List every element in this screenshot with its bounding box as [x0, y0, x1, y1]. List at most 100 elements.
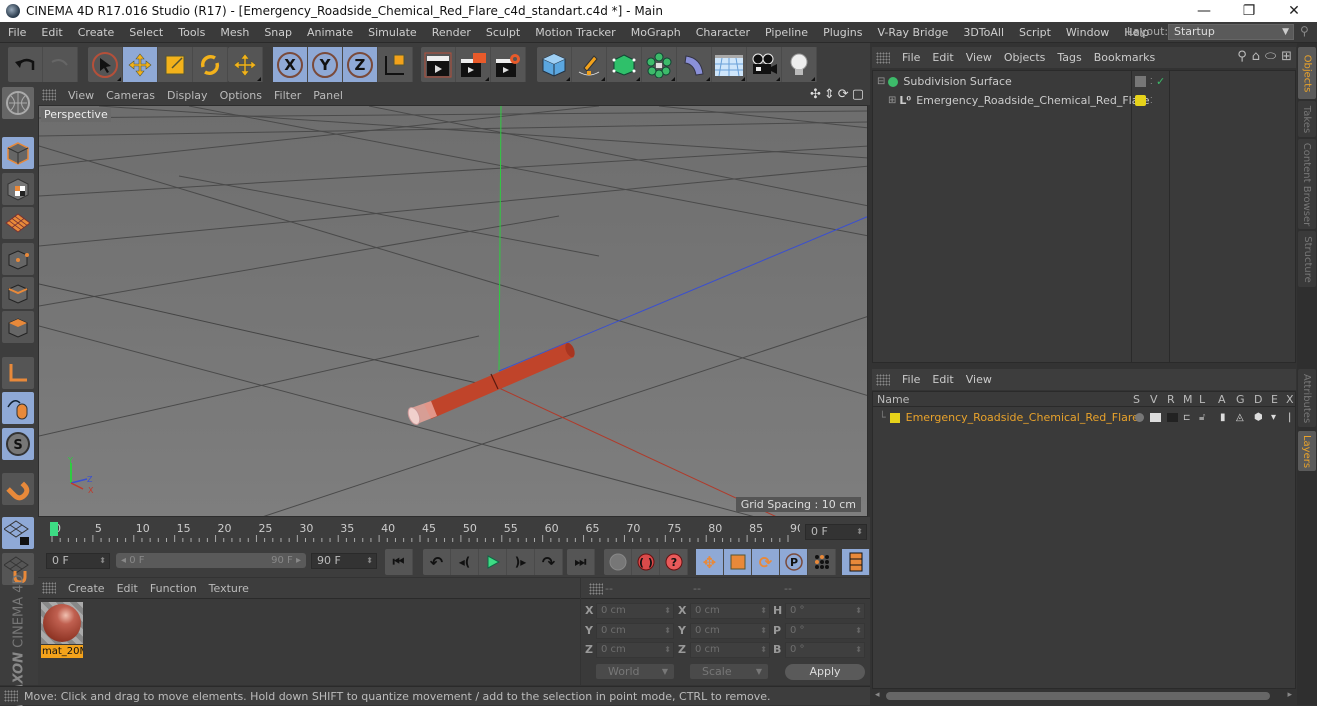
material-menu-edit[interactable]: Edit	[111, 582, 144, 595]
column-solo[interactable]: S	[1133, 393, 1140, 406]
previous-frame-button[interactable]: ◂(	[451, 549, 479, 575]
keyframe-selection-button[interactable]: ?	[660, 549, 688, 575]
toggle-view-layout-icon[interactable]: ▢	[852, 87, 864, 102]
render-settings-button[interactable]	[491, 47, 526, 82]
size-z-field[interactable]: 0 cm ⬍	[690, 642, 770, 658]
objects-menu-objects[interactable]: Objects	[998, 51, 1052, 64]
menu-create[interactable]: Create	[70, 26, 122, 39]
scroll-left-icon[interactable]: ◂	[875, 690, 880, 700]
workplane-mode-button[interactable]	[2, 207, 34, 239]
render-toggle-icon[interactable]	[1167, 413, 1178, 422]
restore-button[interactable]: ❐	[1226, 0, 1272, 22]
go-to-start-button[interactable]: ⏮	[385, 549, 413, 575]
tab-objects[interactable]: Objects	[1298, 47, 1316, 99]
point-level-key-button[interactable]	[808, 549, 836, 575]
end-frame-field[interactable]: 90 F ⬍	[311, 553, 377, 569]
editor-visibility-toggle[interactable]	[1135, 76, 1146, 87]
locked-workplane-button[interactable]	[2, 517, 34, 549]
make-editable-button[interactable]	[2, 87, 34, 119]
model-mode-button[interactable]	[2, 137, 34, 169]
layer-row[interactable]: └ Emergency_Roadside_Chemical_Red_Flare …	[873, 408, 1295, 427]
current-frame-field[interactable]: 0 F ⬍	[805, 524, 867, 540]
snap-toggle-button[interactable]	[2, 473, 34, 505]
timeline-ruler[interactable]: 051015202530354045505560657075808590	[48, 520, 800, 544]
visible-toggle-icon[interactable]	[1150, 413, 1161, 422]
last-tool-button[interactable]	[228, 47, 263, 82]
visibility-dots-icon[interactable]: ⁚	[1150, 77, 1153, 86]
camera-button[interactable]	[747, 47, 782, 82]
column-animation[interactable]: A	[1218, 393, 1226, 406]
column-deformers[interactable]: D	[1254, 393, 1262, 406]
points-mode-button[interactable]	[2, 243, 34, 275]
search-icon[interactable]: ⚲	[1300, 24, 1309, 38]
menu-vray-bridge[interactable]: V-Ray Bridge	[869, 26, 955, 39]
go-to-end-button[interactable]: ⏭	[567, 549, 595, 575]
record-keys-button[interactable]	[604, 549, 632, 575]
manager-toggle-icon[interactable]: ⊏	[1183, 413, 1191, 423]
menu-mograph[interactable]: MoGraph	[623, 26, 688, 39]
home-icon[interactable]: ⌂	[1252, 49, 1260, 64]
column-locked[interactable]: L	[1199, 393, 1205, 406]
viewport-menu-display[interactable]: Display	[161, 89, 214, 102]
redo-button[interactable]	[43, 47, 78, 82]
position-y-field[interactable]: 0 cm ⬍	[596, 623, 674, 639]
panel-grip-icon[interactable]	[876, 51, 890, 64]
previous-keyframe-button[interactable]: ↶	[423, 549, 451, 575]
collapse-tree-icon[interactable]: ⊟	[877, 76, 885, 87]
z-axis-lock-button[interactable]: Z	[343, 47, 378, 82]
panel-grip-icon[interactable]	[876, 373, 890, 386]
menu-mesh[interactable]: Mesh	[212, 26, 256, 39]
next-keyframe-button[interactable]: ↷	[535, 549, 563, 575]
rotate-tool-button[interactable]	[193, 47, 228, 82]
lock-toggle-icon[interactable]: 🔓︎	[1199, 412, 1205, 423]
tab-takes[interactable]: Takes	[1298, 101, 1316, 137]
objects-menu-bookmarks[interactable]: Bookmarks	[1088, 51, 1161, 64]
layer-horizontal-scrollbar[interactable]: ◂ ▸	[872, 690, 1296, 702]
layers-menu-file[interactable]: File	[896, 373, 926, 386]
tweak-mode-button[interactable]	[2, 392, 34, 424]
objects-menu-tags[interactable]: Tags	[1051, 51, 1087, 64]
collapse-icon[interactable]: ⬭	[1265, 49, 1276, 64]
menu-script[interactable]: Script	[1011, 26, 1058, 39]
objects-menu-edit[interactable]: Edit	[926, 51, 959, 64]
viewport-menu-filter[interactable]: Filter	[268, 89, 307, 102]
viewport-menu-panel[interactable]: Panel	[307, 89, 349, 102]
menu-snap[interactable]: Snap	[256, 26, 299, 39]
object-row[interactable]: ⊞ L⁰ Emergency_Roadside_Chemical_Red_Fla…	[873, 91, 1295, 110]
camera-label[interactable]: Perspective	[41, 108, 111, 122]
minimize-button[interactable]: —	[1181, 0, 1227, 22]
menu-3dtoall[interactable]: 3DToAll	[955, 26, 1011, 39]
close-button[interactable]: ✕	[1271, 0, 1317, 22]
tab-layers[interactable]: Layers	[1298, 431, 1316, 471]
material-item[interactable]: mat_20M	[41, 602, 83, 658]
play-button[interactable]	[479, 549, 507, 575]
3d-viewport[interactable]: Y Z X Perspective Grid Spacing : 10 cm	[38, 105, 868, 517]
rotation-p-field[interactable]: 0 ° ⬍	[785, 623, 865, 639]
viewport-menu-cameras[interactable]: Cameras	[100, 89, 161, 102]
deformers-toggle-icon[interactable]: ⬢	[1254, 412, 1263, 423]
layout-dropdown[interactable]: Startup ▼	[1168, 24, 1294, 40]
tab-structure[interactable]: Structure	[1298, 231, 1316, 287]
xref-toggle-icon[interactable]: |	[1288, 412, 1291, 423]
position-x-field[interactable]: 0 cm ⬍	[596, 603, 674, 619]
subdivision-surface-button[interactable]	[607, 47, 642, 82]
start-frame-field[interactable]: 0 F ⬍	[46, 553, 110, 569]
scrollbar-thumb[interactable]	[886, 692, 1270, 700]
menu-plugins[interactable]: Plugins	[815, 26, 869, 39]
layer-color-swatch[interactable]	[889, 412, 900, 423]
column-generators[interactable]: G	[1236, 393, 1245, 406]
material-menu-function[interactable]: Function	[144, 582, 203, 595]
apply-button[interactable]: Apply	[785, 664, 865, 680]
rotation-b-field[interactable]: 0 ° ⬍	[785, 642, 865, 658]
size-mode-dropdown[interactable]: Scale ▼	[690, 664, 768, 679]
panel-grip-icon[interactable]	[42, 582, 56, 594]
frame-range-slider[interactable]: ◂ 0 F 90 F ▸	[116, 553, 306, 568]
objects-menu-file[interactable]: File	[896, 51, 926, 64]
move-tool-button[interactable]	[123, 47, 158, 82]
render-view-button[interactable]	[421, 47, 456, 82]
generators-toggle-icon[interactable]: ◬	[1236, 412, 1244, 423]
menu-edit[interactable]: Edit	[33, 26, 69, 39]
menu-character[interactable]: Character	[688, 26, 757, 39]
menu-tools[interactable]: Tools	[170, 26, 212, 39]
parameter-key-button[interactable]: P	[780, 549, 808, 575]
